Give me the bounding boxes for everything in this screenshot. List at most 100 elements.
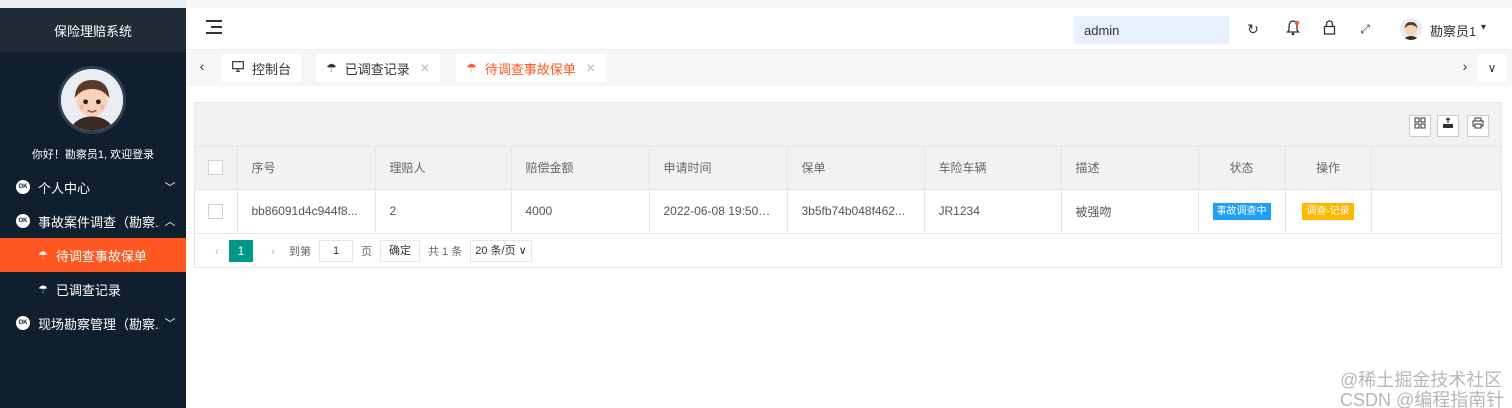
user-avatar-image [1400, 18, 1422, 40]
column-header-amount[interactable]: 赔偿金额 [511, 147, 650, 190]
row-checkbox[interactable] [208, 203, 224, 219]
tab-console[interactable]: 控制台 [222, 54, 302, 82]
export-icon[interactable] [1437, 115, 1459, 137]
lock-icon[interactable] [1320, 20, 1338, 38]
sidebar-item-personal-center[interactable]: OK 个人中心 ﹀ [0, 170, 186, 204]
sidebar-top-strip [0, 0, 186, 8]
claims-table: 序号 理赔人 赔偿金额 申请时间 保单 车险车辆 描述 状态 操作 bb8609… [195, 147, 1502, 234]
select-all-checkbox[interactable] [208, 160, 224, 176]
welcome-text: 你好！勘察员1, 欢迎登录 [31, 149, 155, 161]
sidebar: 保险理赔系统 你好！勘察员1, 欢迎登录 OK 个人中心 ﹀ OK 事故案件调查… [0, 0, 186, 408]
bell-icon[interactable] [1284, 20, 1302, 38]
watermark-line-1: @稀土掘金技术社区 [1340, 370, 1503, 390]
print-icon[interactable] [1467, 115, 1489, 137]
sidebar-subitem-label: 已调查记录 [55, 282, 121, 298]
avatar[interactable] [58, 66, 126, 134]
cell-id: bb86091d4c944f8... [237, 189, 376, 234]
tab-label: 待调查事故保单 [484, 61, 576, 77]
column-header-actions: 操作 [1285, 147, 1372, 190]
chevron-down-icon[interactable]: ∨ [1478, 54, 1506, 82]
column-header-id[interactable]: 序号 [237, 147, 376, 190]
tab-label: 已调查记录 [344, 61, 410, 77]
cell-status: 事故调查中 [1198, 189, 1286, 234]
sidebar-subitem-pending-policies[interactable]: ☂ 待调查事故保单 [0, 238, 186, 272]
chevron-right-icon[interactable]: › [1456, 58, 1474, 74]
column-header-status[interactable]: 状态 [1198, 147, 1286, 190]
table-row[interactable]: bb86091d4c944f8... 2 4000 2022-06-08 19:… [195, 189, 1502, 234]
umbrella-icon: ☂ [326, 61, 337, 75]
close-icon[interactable]: ✕ [420, 61, 430, 75]
column-header-time[interactable]: 申请时间 [649, 147, 788, 190]
ok-circle-icon: OK [16, 316, 30, 330]
sidebar-item-label: 个人中心 [38, 180, 91, 196]
sidebar-item-site-survey[interactable]: OK 现场勘察管理（勘察... ﹀ [0, 306, 186, 340]
investigate-record-button[interactable]: 调查-记录 [1302, 202, 1354, 220]
chevron-left-icon[interactable]: ‹ [192, 58, 212, 74]
user-avatar[interactable] [1400, 18, 1422, 40]
confirm-page-button[interactable]: 确定 [380, 240, 420, 262]
cell-description: 被强吻 [1061, 189, 1199, 234]
ok-circle-icon: OK [16, 214, 30, 228]
pagination: ‹ 1 › 到第 1 页 确定 共 1 条 20 条/页 ∨ [195, 234, 1501, 268]
chevron-down-icon: ﹀ [164, 318, 176, 330]
column-header-policy[interactable]: 保单 [787, 147, 925, 190]
cell-amount: 4000 [511, 189, 650, 234]
watermark-line-2: CSDN @编程指南针 [1340, 390, 1505, 408]
page-label: 页 [361, 246, 372, 258]
page-size-select[interactable]: 20 条/页 ∨ [470, 240, 532, 262]
tabs-bar: ‹ 控制台 ☂ 已调查记录 ✕ ☂ 待调查事故保单 ✕ › ∨ [186, 50, 1512, 86]
search-input[interactable] [1074, 16, 1229, 44]
sidebar-item-accident-investigation[interactable]: OK 事故案件调查（勘察... ︿ [0, 204, 186, 238]
menu-toggle-icon[interactable] [206, 20, 222, 34]
prev-page-icon[interactable]: ‹ [207, 244, 227, 258]
select-all-cell [195, 147, 238, 190]
top-header: ↻ ⤢ 勘察员1 ▾ [186, 0, 1512, 50]
page-size-value: 20 条/页 [475, 245, 516, 257]
cell-claimant: 2 [375, 189, 512, 234]
app-title: 保险理赔系统 [0, 8, 186, 52]
chevron-down-icon: ﹀ [164, 182, 176, 194]
avatar-image [61, 69, 123, 131]
header-top-strip [186, 0, 1512, 8]
umbrella-icon: ☂ [38, 249, 48, 262]
chevron-up-icon: ︿ [164, 216, 176, 228]
monitor-icon [232, 61, 244, 75]
page-number-input[interactable]: 1 [319, 240, 353, 262]
column-header-description[interactable]: 描述 [1061, 147, 1199, 190]
goto-label: 到第 [289, 246, 311, 258]
caret-down-icon[interactable]: ▾ [1481, 22, 1486, 33]
user-name[interactable]: 勘察员1 [1430, 21, 1476, 40]
close-icon[interactable]: ✕ [586, 61, 596, 75]
tab-label: 控制台 [252, 61, 292, 77]
refresh-icon[interactable]: ↻ [1244, 20, 1262, 38]
cell-time: 2022-06-08 19:50:11 [649, 189, 788, 234]
tab-investigated-records[interactable]: ☂ 已调查记录 ✕ [316, 54, 440, 82]
column-header-claimant[interactable]: 理赔人 [375, 147, 512, 190]
sidebar-subitem-investigated-records[interactable]: ☂ 已调查记录 [0, 272, 186, 306]
columns-filter-icon[interactable] [1409, 115, 1431, 137]
total-count: 共 1 条 [428, 246, 463, 258]
cell-actions: 调查-记录 [1285, 189, 1372, 234]
umbrella-icon: ☂ [38, 283, 48, 296]
watermark: @稀土掘金技术社区 CSDN @编程指南针 [1340, 370, 1504, 408]
cell-spacer [1371, 189, 1502, 234]
row-select-cell [195, 189, 238, 234]
column-header-vehicle[interactable]: 车险车辆 [924, 147, 1062, 190]
fullscreen-icon[interactable]: ⤢ [1356, 20, 1374, 38]
current-page-button[interactable]: 1 [229, 240, 253, 262]
main-content: 序号 理赔人 赔偿金额 申请时间 保单 车险车辆 描述 状态 操作 bb8609… [186, 86, 1512, 408]
sidebar-item-label: 事故案件调查（勘察... [38, 214, 160, 230]
column-header-spacer [1371, 147, 1502, 190]
umbrella-icon: ☂ [466, 61, 477, 75]
table-panel: 序号 理赔人 赔偿金额 申请时间 保单 车险车辆 描述 状态 操作 bb8609… [194, 102, 1502, 268]
sidebar-item-label: 现场勘察管理（勘察... [38, 316, 160, 332]
next-page-icon[interactable]: › [263, 244, 283, 258]
cell-policy: 3b5fb74b048f462... [787, 189, 925, 234]
status-badge: 事故调查中 [1212, 202, 1271, 220]
table-toolbar [195, 103, 1501, 147]
sidebar-subitem-label: 待调查事故保单 [55, 248, 147, 264]
ok-circle-icon: OK [16, 180, 30, 194]
table-header-row: 序号 理赔人 赔偿金额 申请时间 保单 车险车辆 描述 状态 操作 [195, 147, 1502, 190]
cell-vehicle: JR1234 [924, 189, 1062, 234]
tab-pending-policies[interactable]: ☂ 待调查事故保单 ✕ [456, 54, 606, 82]
